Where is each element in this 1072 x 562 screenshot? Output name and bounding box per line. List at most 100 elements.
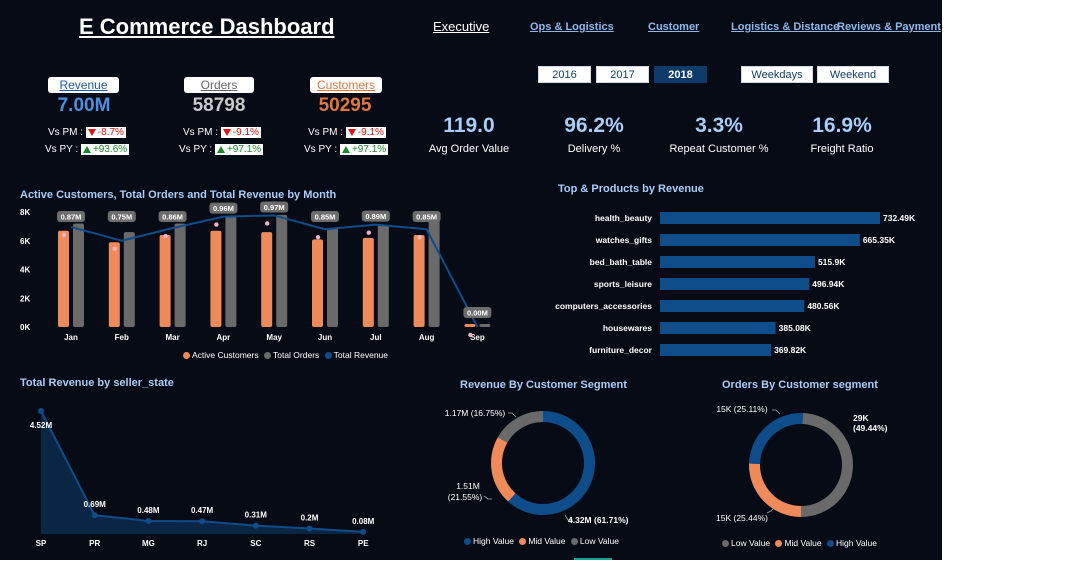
up-arrow-icon: [216, 145, 225, 153]
monthly-combo-chart: 0K2K4K6K8KJan Feb Mar Apr May Jun Jul Aug Sep0.8…: [20, 201, 492, 342]
product-revenue-label: 496.94K: [812, 279, 845, 289]
product-revenue-label: 480.56K: [807, 301, 840, 311]
seller-state-tick-label: PE: [358, 539, 369, 548]
orders-segment-legend: Low Value Mid Value High Value: [722, 538, 877, 548]
legend-active-customers: Active Customers: [192, 350, 259, 360]
orders-segment-chart-title: Orders By Customer segment: [722, 379, 878, 391]
product-category-label: computers_accessories: [555, 301, 652, 311]
nav-reviews-payment[interactable]: Reviews & Payment: [837, 21, 941, 33]
kpi-revenue-vs-py: Vs PY : +93.6%: [45, 144, 130, 155]
revenue-data-label: 0.89M: [365, 212, 386, 221]
y-tick-label: 4K: [20, 266, 30, 275]
product-revenue-label: 369.82K: [774, 345, 807, 355]
nav-executive[interactable]: Executive: [433, 19, 489, 34]
total-orders-bar: [73, 223, 84, 327]
products-chart-title: Top & Products by Revenue: [558, 183, 704, 195]
x-tick-label: May: [266, 333, 282, 342]
low-value-data-label: 1.17M (16.75%): [445, 408, 506, 418]
revenue-data-label: 0.00M: [467, 309, 488, 318]
product-revenue-bar: [660, 300, 805, 312]
weekend-filter[interactable]: Weekend: [817, 66, 889, 83]
kpi-revenue-label[interactable]: Revenue: [48, 77, 119, 93]
active-customers-bar: [413, 235, 425, 327]
legend-mid-value: Mid Value: [528, 536, 566, 546]
leader-line: [508, 412, 517, 418]
active-customers-bar: [464, 324, 476, 327]
product-revenue-bar: [660, 322, 776, 334]
kpi-orders-value: 58798: [192, 95, 246, 116]
seller-state-point: [306, 525, 313, 532]
product-revenue-bar: [660, 212, 880, 224]
year-filter-2018[interactable]: 2018: [654, 66, 707, 83]
total-orders-bar: [327, 227, 338, 327]
total-orders-bar: [174, 223, 186, 327]
product-category-label: health_beauty: [595, 213, 652, 223]
high-value-legend-dot: [827, 540, 834, 548]
product-revenue-label: 515.9K: [818, 257, 846, 267]
leader-line: [766, 507, 775, 514]
x-tick-label: Jul: [370, 333, 382, 342]
x-tick-label: Jun: [318, 333, 332, 342]
delivery-percent: 96.2%: [564, 114, 624, 137]
seller-state-value-label: 0.31M: [245, 511, 268, 520]
mid-value-legend-dot: [519, 538, 527, 546]
donut-slice: [749, 463, 801, 517]
kpi-revenue-vs-pm: Vs PM : -8.7%: [48, 127, 126, 138]
mid-value-legend-dot: [775, 540, 783, 548]
y-tick-label: 2K: [20, 294, 30, 303]
kpi-orders-vs-pm: Vs PM : -9.1%: [183, 127, 261, 138]
revenue-point: [112, 246, 118, 251]
leader-line: [483, 495, 492, 500]
product-category-label: housewares: [603, 323, 652, 333]
legend-low-value: Low Value: [731, 538, 771, 548]
seller-state-point: [38, 408, 44, 414]
low-value-data-label: 29K: [853, 413, 869, 423]
active-customers-bar: [312, 239, 323, 327]
page-title: E Commerce Dashboard: [79, 14, 335, 39]
orders-segment-donut: 29K(49.44%) 15K (25.44%) 15K (25.11%): [716, 404, 888, 523]
weekdays-filter[interactable]: Weekdays: [741, 66, 813, 83]
seller-state-point: [145, 517, 152, 524]
revenue-data-label: 0.85M: [416, 213, 437, 222]
page-indicator: [574, 558, 612, 560]
freight-ratio-label: Freight Ratio: [810, 143, 874, 155]
kpi-customers-label[interactable]: Customers: [310, 77, 382, 93]
kpi-revenue-value: 7.00M: [57, 95, 111, 116]
nav-logistics-distance[interactable]: Logistics & Distance: [731, 21, 839, 33]
revenue-point: [214, 222, 219, 227]
revenue-data-label: 0.75M: [111, 213, 132, 222]
x-tick-label: Feb: [115, 333, 129, 342]
total-orders-bar: [479, 324, 491, 327]
x-tick-label: Jan: [64, 333, 78, 342]
kpi-orders-label[interactable]: Orders: [184, 77, 254, 93]
total-orders-bar: [225, 216, 237, 327]
high-value-data-label: 4.32M (61.71%): [568, 515, 629, 525]
revenue-point: [61, 232, 67, 238]
year-filter-2017[interactable]: 2017: [596, 66, 649, 83]
kpi-customers-vs-py: Vs PY : +97.1%: [304, 144, 389, 155]
year-filter-2016[interactable]: 2016: [538, 66, 591, 83]
revenue-data-label: 0.97M: [264, 203, 285, 212]
product-revenue-bar: [660, 344, 772, 356]
seller-state-value-label: 0.2M: [301, 514, 319, 523]
revenue-data-label: 0.85M: [315, 213, 336, 222]
nav-customer[interactable]: Customer: [648, 21, 699, 33]
customers-legend-dot: [183, 352, 190, 360]
seller-state-tick-label: SP: [36, 539, 47, 548]
high-value-data-label: 15K (25.11%): [716, 404, 768, 414]
seller-state-area-chart: 4.52M SP 0.69M PR 0.48M MG 0.47M RJ 0.31M SC 0.2M R…: [30, 408, 375, 548]
monthly-chart-legend: Active Customers Total Orders Total Reve…: [183, 350, 388, 360]
revenue-point: [163, 233, 168, 239]
legend-total-orders: Total Orders: [272, 350, 320, 360]
product-category-label: sports_leisure: [594, 279, 652, 289]
nav-ops-logistics[interactable]: Ops & Logistics: [530, 21, 614, 33]
donut-slice: [800, 413, 854, 517]
donut-slice: [749, 413, 803, 464]
repeat-customer-percent: 3.3%: [695, 114, 743, 137]
active-customers-bar: [58, 230, 69, 327]
freight-ratio: 16.9%: [812, 114, 872, 137]
low-value-data-label: (49.44%): [853, 423, 888, 433]
revenue-point: [315, 235, 321, 240]
revenue-legend-dot: [324, 352, 332, 360]
y-tick-label: 6K: [20, 237, 30, 246]
